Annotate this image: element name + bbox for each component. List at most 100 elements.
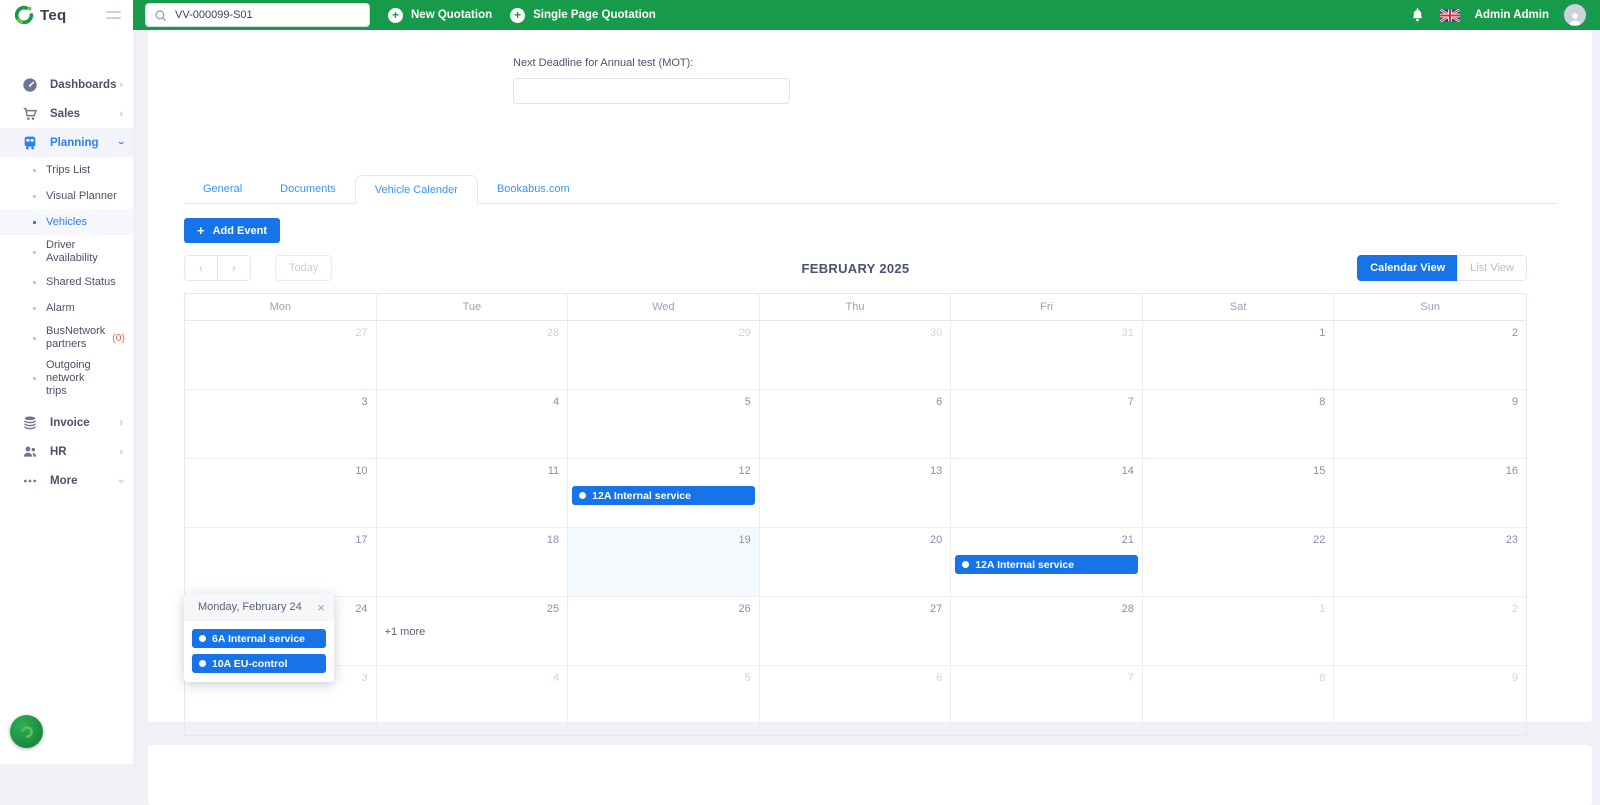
calendar-day-cell[interactable]: 1 [1143,597,1335,665]
calendar-day-cell[interactable]: 27 [760,597,952,665]
calendar-day-cell[interactable]: 1212A Internal service [568,459,760,527]
sidebar-item-shared-status[interactable]: Shared Status [0,269,133,295]
calendar-day-cell[interactable]: 9 [1334,390,1526,458]
sidebar-item-hr[interactable]: HR › [0,437,133,466]
calendar-day-cell[interactable]: 29 [568,321,760,389]
sidebar-item-outgoing-network-trips[interactable]: Outgoing network trips [0,355,133,402]
hamburger-menu-icon[interactable] [106,11,121,19]
sidebar-item-dashboards[interactable]: Dashboards › [0,70,133,99]
tab-vehicle-calendar[interactable]: Vehicle Calender [355,175,478,204]
date-number: 13 [760,459,951,483]
calendar-day-cell[interactable]: 15 [1143,459,1335,527]
calendar-day-cell[interactable]: 5 [568,390,760,458]
calendar-day-cell[interactable]: 2112A Internal service [951,528,1143,596]
date-number: 26 [568,597,759,621]
more-events-link[interactable]: +1 more [385,626,568,638]
date-number: 4 [377,390,568,414]
plus-icon: + [388,8,403,23]
date-number: 6 [760,666,951,690]
tab-general[interactable]: General [184,175,261,203]
calendar-day-cell[interactable]: 17 [185,528,377,596]
calendar-event[interactable]: 6A Internal service [192,629,326,648]
calendar-day-cell[interactable]: 26 [568,597,760,665]
sidebar-item-driver-availability[interactable]: Driver Availability [0,235,133,269]
calendar-day-cell[interactable]: 6 [760,390,952,458]
calendar-day-cell[interactable]: 6 [760,666,952,735]
floating-action-button[interactable] [10,715,43,748]
calendar-day-cell[interactable]: 14 [951,459,1143,527]
calendar-day-cell[interactable]: 25+1 more [377,597,569,665]
bus-icon [22,135,38,151]
calendar-day-cell[interactable]: 18 [377,528,569,596]
sidebar-item-sales[interactable]: Sales › [0,99,133,128]
calendar-day-cell[interactable]: 10 [185,459,377,527]
sidebar-item-busnetwork-partners[interactable]: BusNetwork partners (0) [0,321,133,355]
calendar-day-cell[interactable]: 27 [185,321,377,389]
calendar-day-cell[interactable]: 2 [1334,597,1526,665]
vehicle-detail-card: Next Deadline for Annual test (MOT): Gen… [148,30,1592,722]
day-header: Wed [568,294,760,320]
date-number: 10 [185,459,376,483]
sidebar-item-alarm[interactable]: Alarm [0,295,133,321]
date-number: 23 [1334,528,1526,552]
calendar-day-cell[interactable]: 7 [951,390,1143,458]
calendar-view-button[interactable]: Calendar View [1357,255,1458,281]
notification-bell-icon[interactable] [1410,7,1425,23]
event-dot-icon [199,635,206,642]
calendar-event[interactable]: 12A Internal service [955,555,1138,574]
calendar-event[interactable]: 10A EU-control [192,654,326,673]
calendar-day-cell[interactable]: 22 [1143,528,1335,596]
calendar-event[interactable]: 12A Internal service [572,486,755,505]
close-icon[interactable]: × [317,600,325,615]
date-number: 14 [951,459,1142,483]
navbar-right: Admin Admin [1410,4,1586,26]
bullet-icon [33,221,36,224]
tab-bookabus[interactable]: Bookabus.com [478,175,589,203]
calendar-day-cell[interactable]: 8 [1143,666,1335,735]
day-header: Sat [1143,294,1335,320]
event-dot-icon [579,492,586,499]
sidebar-item-more[interactable]: More › [0,466,133,495]
calendar-day-cell[interactable]: 16 [1334,459,1526,527]
calendar-day-cell[interactable]: 8 [1143,390,1335,458]
day-header: Tue [377,294,569,320]
sidebar-item-planning[interactable]: Planning › [0,128,133,157]
calendar-day-cell[interactable]: 1 [1143,321,1335,389]
single-page-quotation-button[interactable]: + Single Page Quotation [510,8,656,23]
search-input[interactable] [175,9,335,21]
calendar-day-cell[interactable]: 23 [1334,528,1526,596]
calendar-day-cell[interactable]: 13 [760,459,952,527]
mot-deadline-label: Next Deadline for Annual test (MOT): [513,57,790,69]
sidebar-item-invoice[interactable]: Invoice › [0,408,133,437]
calendar-day-cell[interactable]: 11 [377,459,569,527]
new-quotation-button[interactable]: + New Quotation [388,8,492,23]
calendar-day-cell[interactable]: 31 [951,321,1143,389]
calendar-day-cell[interactable]: 28 [951,597,1143,665]
calendar-day-cell[interactable]: 7 [951,666,1143,735]
calendar-day-cell[interactable]: 20 [760,528,952,596]
calendar-day-cell[interactable]: 4 [377,390,569,458]
calendar-day-cell[interactable]: 4 [377,666,569,735]
add-event-button[interactable]: + Add Event [184,218,280,243]
calendar-day-cell[interactable]: 5 [568,666,760,735]
calendar-day-cell[interactable]: 2 [1334,321,1526,389]
calendar-day-cell[interactable]: 3 [185,390,377,458]
sidebar-item-visual-planner[interactable]: Visual Planner [0,183,133,209]
calendar-day-cell[interactable]: 19 [568,528,760,596]
next-section-card [148,745,1592,805]
date-number: 28 [377,321,568,345]
mot-deadline-input[interactable] [513,78,790,104]
calendar-day-cell[interactable]: 9 [1334,666,1526,735]
tab-documents[interactable]: Documents [261,175,355,203]
calendar-day-cell[interactable]: 28 [377,321,569,389]
date-number: 31 [951,321,1142,345]
calendar-day-cell[interactable]: 30 [760,321,952,389]
avatar[interactable] [1564,4,1586,26]
sidebar-item-vehicles[interactable]: Vehicles [0,209,133,235]
list-view-button[interactable]: List View [1457,255,1527,281]
brand-name: Teq [40,7,66,24]
sidebar-item-trips-list[interactable]: Trips List [0,157,133,183]
navbar: + New Quotation + Single Page Quotation [133,0,1600,30]
teq-logo-icon [13,4,35,26]
language-flag-icon[interactable] [1440,9,1460,22]
